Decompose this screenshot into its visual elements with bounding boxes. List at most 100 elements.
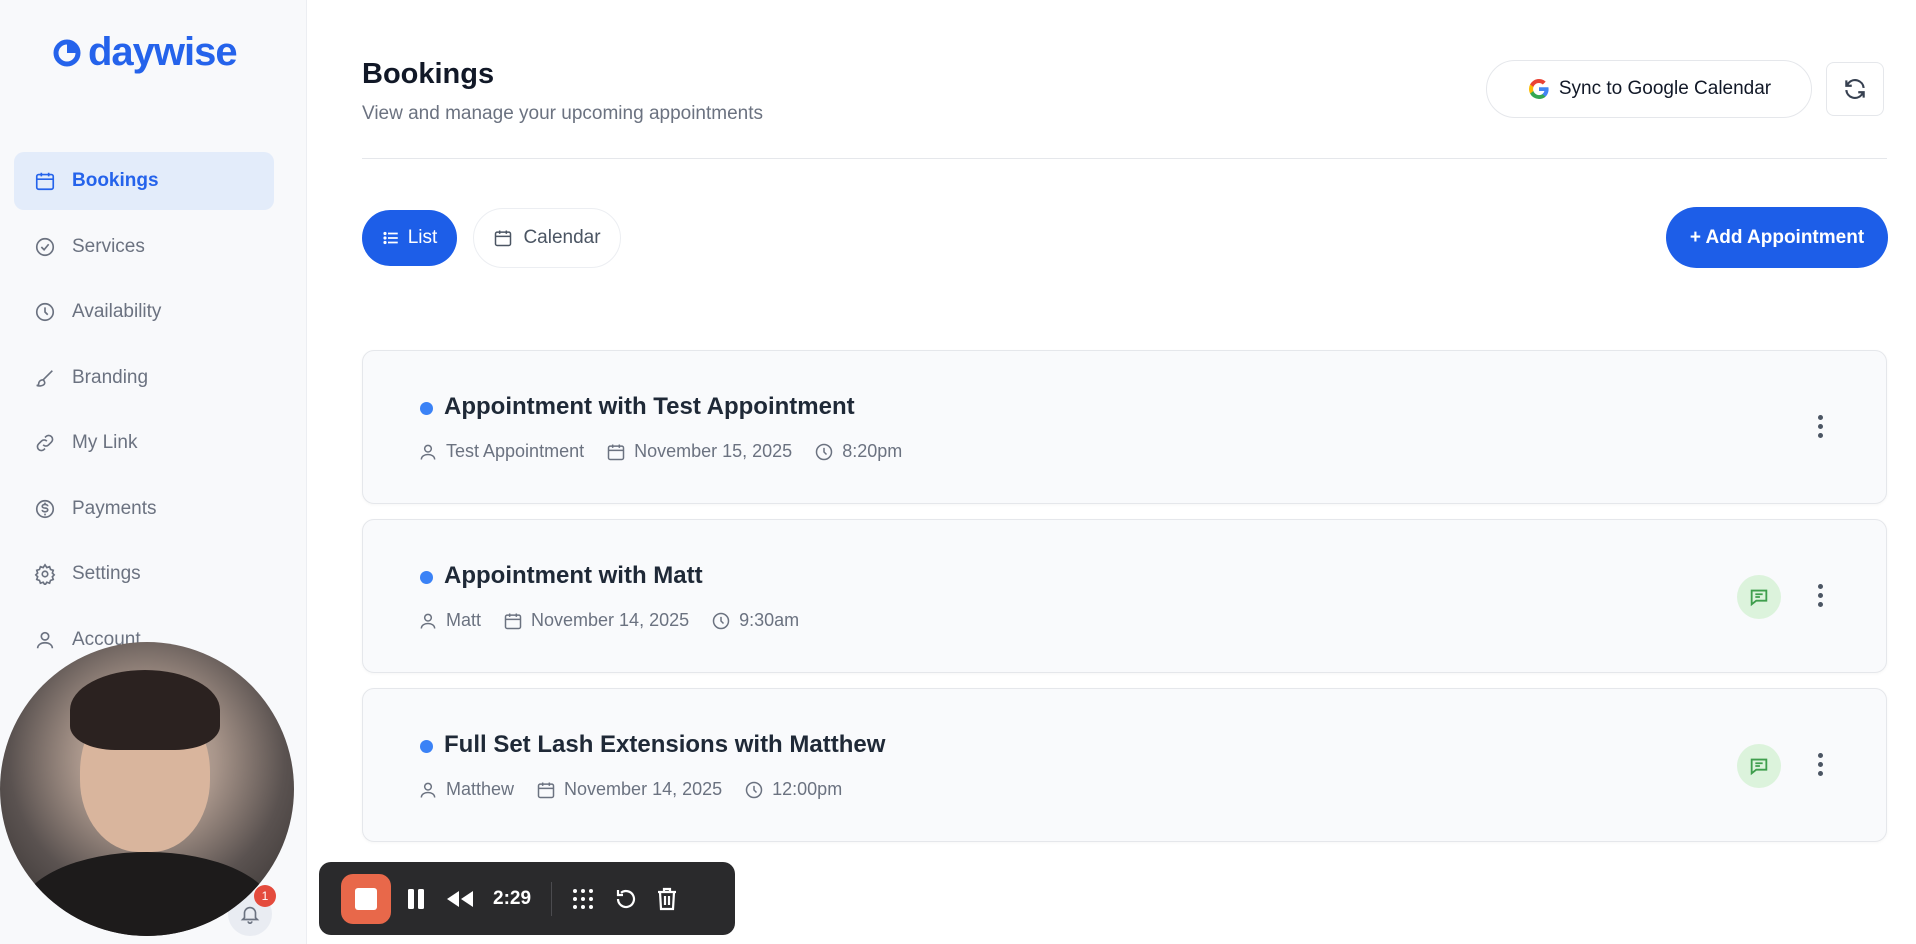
more-options-icon[interactable] <box>1808 406 1832 446</box>
clock-icon <box>745 781 763 798</box>
appointment-time: 12:00pm <box>772 779 843 799</box>
appointment-title: Appointment with Matt <box>444 562 703 589</box>
date-info: November 14, 2025 <box>536 779 722 800</box>
more-options-icon[interactable] <box>1808 575 1832 615</box>
pause-icon <box>408 888 424 909</box>
webcam-person-hair <box>70 670 220 750</box>
clock-icon <box>815 443 833 460</box>
header-divider <box>362 158 1887 159</box>
client-info: Matt <box>418 610 481 631</box>
sidebar-item-bookings[interactable]: Bookings <box>14 152 274 210</box>
sidebar-item-label: Availability <box>72 301 162 322</box>
tab-calendar-view[interactable]: Calendar <box>473 208 621 268</box>
appointment-meta: Matthew November 14, 2025 12:00pm <box>418 779 864 800</box>
client-name: Matthew <box>446 779 515 799</box>
sidebar-item-label: Services <box>72 235 145 257</box>
sidebar-item-label: Settings <box>72 563 141 584</box>
user-icon <box>420 782 436 798</box>
sidebar-item-settings[interactable]: Settings <box>14 545 274 603</box>
more-options-icon[interactable] <box>1808 744 1832 784</box>
check-circle-icon <box>34 236 56 258</box>
logo[interactable]: daywise <box>52 30 238 75</box>
client-name: Matt <box>446 610 482 630</box>
main-content: Bookings View and manage your upcoming a… <box>362 0 1916 944</box>
appointment-card[interactable]: Appointment with Matt Matt November 14, … <box>362 519 1887 673</box>
restart-icon <box>616 889 636 908</box>
user-icon <box>420 444 436 460</box>
sidebar-item-label: My Link <box>72 432 138 453</box>
webcam-person-shirt <box>20 852 274 936</box>
restart-button[interactable] <box>614 884 638 914</box>
status-dot <box>420 571 433 584</box>
appointment-list: Appointment with Test Appointment Test A… <box>362 350 1887 857</box>
sidebar-item-label: Branding <box>72 366 149 388</box>
sync-google-calendar-button[interactable]: Sync to Google Calendar <box>1486 60 1812 118</box>
user-icon <box>34 629 56 651</box>
date-info: November 14, 2025 <box>503 610 689 631</box>
recording-time: 2:29 <box>493 887 532 909</box>
appointment-meta: Matt November 14, 2025 9:30am <box>418 610 821 631</box>
refresh-icon <box>1845 79 1865 99</box>
calendar-icon <box>607 444 625 460</box>
time-info: 9:30am <box>711 610 799 631</box>
clock-icon <box>34 301 56 323</box>
appointment-time: 8:20pm <box>842 441 903 461</box>
link-icon <box>34 432 56 454</box>
appointment-card[interactable]: Appointment with Test Appointment Test A… <box>362 350 1887 504</box>
tab-list-view[interactable]: List <box>362 210 457 266</box>
appointment-time: 9:30am <box>739 610 800 630</box>
delete-button[interactable] <box>656 884 678 914</box>
gear-icon <box>34 563 56 585</box>
stop-recording-button[interactable] <box>341 873 391 924</box>
tab-list-label: List <box>407 227 438 248</box>
appointment-meta: Test Appointment November 15, 2025 8:20p… <box>418 441 924 462</box>
sync-button-label: Sync to Google Calendar <box>1558 78 1772 99</box>
trash-icon <box>658 887 677 910</box>
status-dot <box>420 740 433 753</box>
calendar-icon <box>504 613 522 629</box>
sidebar-nav: Bookings Services Availability Branding … <box>14 152 274 676</box>
brush-icon <box>34 367 56 389</box>
stop-icon <box>355 887 377 910</box>
rewind-icon <box>447 890 473 907</box>
sidebar-item-label: Payments <box>72 497 157 519</box>
time-info: 8:20pm <box>814 441 902 462</box>
sidebar-item-services[interactable]: Services <box>14 218 274 276</box>
message-icon <box>1750 589 1768 607</box>
page-title: Bookings <box>362 58 495 90</box>
sidebar-item-payments[interactable]: Payments <box>14 480 274 538</box>
message-button[interactable] <box>1737 744 1781 788</box>
appointment-date: November 15, 2025 <box>634 441 793 461</box>
appointment-date: November 14, 2025 <box>531 610 690 630</box>
message-icon <box>1750 758 1768 776</box>
time-info: 12:00pm <box>744 779 842 800</box>
calendar-icon <box>34 170 56 192</box>
appointment-title: Appointment with Test Appointment <box>444 393 855 420</box>
message-button[interactable] <box>1737 575 1781 619</box>
clock-icon <box>712 612 730 629</box>
appointment-date: November 14, 2025 <box>564 779 723 799</box>
client-info: Test Appointment <box>418 441 584 462</box>
list-icon <box>383 231 398 245</box>
appointment-card[interactable]: Full Set Lash Extensions with Matthew Ma… <box>362 688 1887 842</box>
pause-button[interactable] <box>405 884 427 914</box>
date-info: November 15, 2025 <box>606 441 792 462</box>
status-dot <box>420 402 433 415</box>
appointment-title: Full Set Lash Extensions with Matthew <box>444 731 886 758</box>
sidebar-item-my-link[interactable]: My Link <box>14 414 274 472</box>
dollar-icon <box>34 498 56 520</box>
rewind-button[interactable] <box>445 884 475 914</box>
add-appointment-button[interactable]: + Add Appointment <box>1666 207 1888 268</box>
webcam-overlay <box>0 642 294 936</box>
page-subtitle: View and manage your upcoming appointmen… <box>362 103 764 124</box>
tab-calendar-label: Calendar <box>523 227 601 248</box>
grid-dots-icon <box>573 888 594 909</box>
draw-grid-button[interactable] <box>570 884 596 914</box>
logo-mark-icon <box>53 39 81 66</box>
user-icon <box>420 613 436 629</box>
toolbar-divider <box>551 881 553 916</box>
recorder-toolbar: 2:29 <box>319 862 735 935</box>
sidebar-item-branding[interactable]: Branding <box>14 349 274 407</box>
refresh-button[interactable] <box>1826 62 1884 116</box>
sidebar-item-availability[interactable]: Availability <box>14 283 274 341</box>
